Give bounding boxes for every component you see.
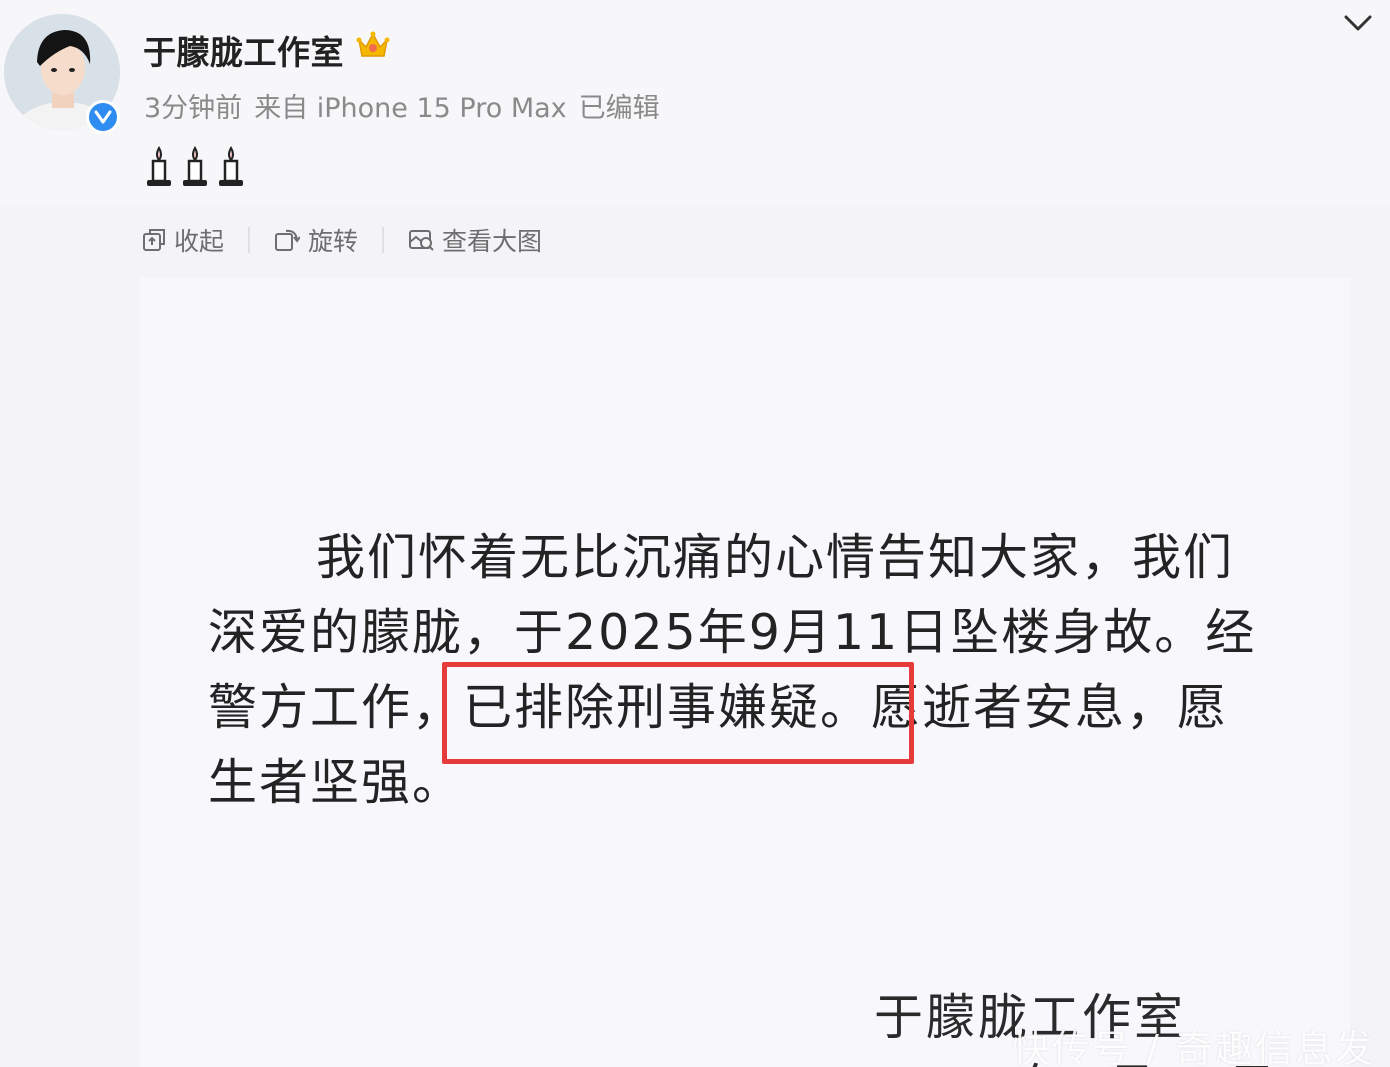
image-toolbar: 收起 旋转 查看大图 bbox=[142, 222, 542, 258]
rotate-label: 旋转 bbox=[308, 227, 359, 256]
edited-label[interactable]: 已编辑 bbox=[579, 93, 660, 124]
collapse-icon bbox=[143, 229, 165, 251]
watermark: 快传号 / 奇趣信息发 bbox=[1012, 1027, 1375, 1067]
verified-badge-icon bbox=[86, 100, 120, 134]
view-large-button[interactable]: 查看大图 bbox=[408, 222, 542, 258]
post-meta: 3分钟前 来自 iPhone 15 Pro Max 已编辑 bbox=[144, 86, 672, 125]
candle-icon bbox=[219, 146, 243, 186]
view-large-icon bbox=[409, 230, 434, 251]
rotate-button[interactable]: 旋转 bbox=[274, 222, 358, 258]
post-time: 3分钟前 bbox=[144, 93, 243, 124]
emoji-row bbox=[144, 146, 246, 188]
collapse-label: 收起 bbox=[174, 227, 225, 256]
account-name[interactable]: 于朦胧工作室 bbox=[143, 26, 344, 74]
toolbar-divider bbox=[382, 227, 385, 253]
statement-line: 深爱的朦胧，于2025年9月11日坠楼身故。经 bbox=[208, 604, 1257, 661]
collapse-button[interactable]: 收起 bbox=[142, 222, 224, 258]
candle-icon bbox=[183, 146, 207, 186]
chevron-down-icon[interactable] bbox=[1342, 12, 1374, 38]
post-source: 来自 iPhone 15 Pro Max bbox=[254, 93, 567, 124]
view-large-label: 查看大图 bbox=[442, 227, 543, 256]
toolbar-divider bbox=[248, 227, 251, 253]
candle-icon bbox=[147, 146, 171, 186]
highlight-box bbox=[442, 662, 914, 764]
statement-line: 我们怀着无比沉痛的心情告知大家，我们 bbox=[316, 529, 1235, 586]
rotate-icon bbox=[275, 229, 301, 251]
crown-icon bbox=[356, 30, 390, 64]
